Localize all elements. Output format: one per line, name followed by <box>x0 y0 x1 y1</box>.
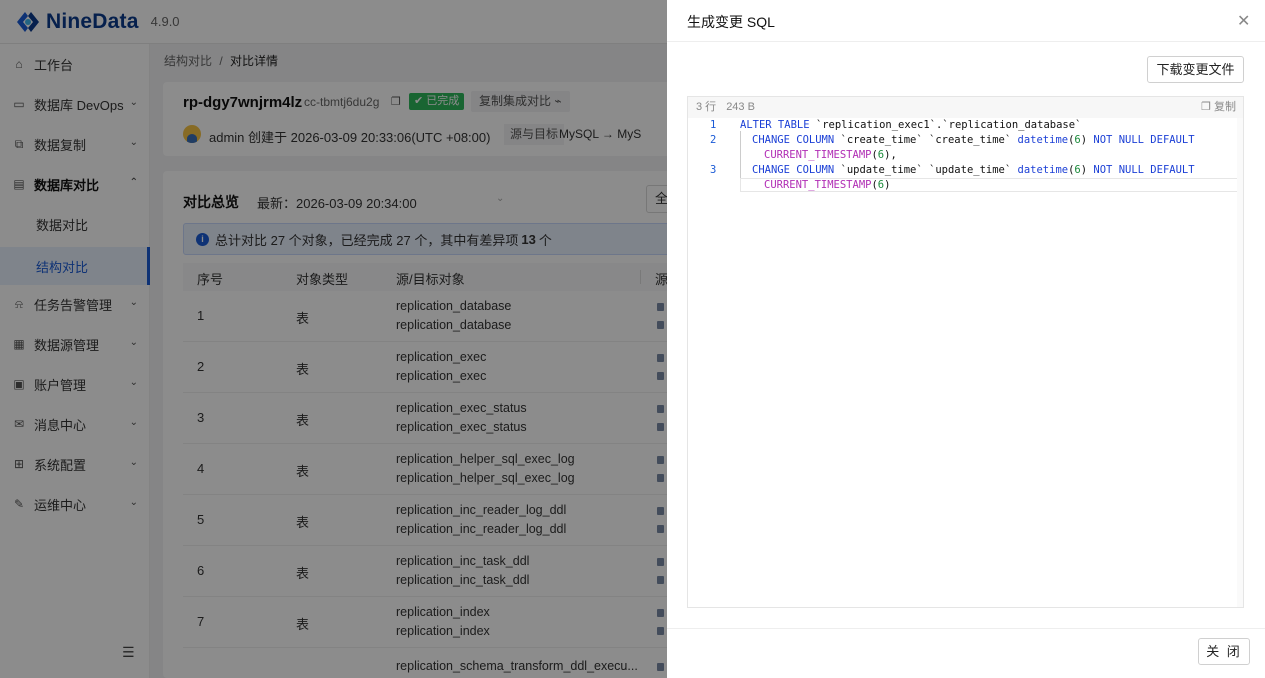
sql-text: `replication_exec1`.`replication_databas… <box>809 119 1082 131</box>
copy-label: 复制 <box>1214 101 1236 113</box>
sql-keyword: NOT NULL DEFAULT <box>1093 164 1195 176</box>
code-line: ALTER TABLE `replication_exec1`.`replica… <box>740 119 1081 131</box>
line-count: 3 行 <box>696 101 717 113</box>
sql-drawer: 生成变更 SQL ✕ 下载变更文件 3 行 243 B ❐ 复制 1 ALTER … <box>667 0 1265 678</box>
sql-type: datetime <box>1017 164 1069 176</box>
download-file-button[interactable]: 下载变更文件 <box>1147 56 1244 83</box>
code-editor[interactable]: 1 ALTER TABLE `replication_exec1`.`repli… <box>688 118 1243 607</box>
line-number: 3 <box>710 164 717 176</box>
sql-text: ) <box>884 179 891 191</box>
sql-type: datetime <box>1017 134 1069 146</box>
code-line: CHANGE COLUMN `create_time` `create_time… <box>752 134 1195 146</box>
line-number: 2 <box>710 134 717 146</box>
close-button[interactable]: 关 闭 <box>1198 638 1250 665</box>
sql-function: CURRENT_TIMESTAMP <box>764 149 872 161</box>
sql-keyword: CHANGE COLUMN <box>752 164 835 176</box>
code-line: CHANGE COLUMN `update_time` `update_time… <box>752 164 1195 176</box>
sql-text: ) <box>1080 134 1094 146</box>
sql-keyword: CHANGE COLUMN <box>752 134 835 146</box>
sql-code-panel: 3 行 243 B ❐ 复制 1 ALTER TABLE `replication… <box>687 96 1244 608</box>
sql-keyword: NOT NULL DEFAULT <box>1093 134 1195 146</box>
drawer-header: 生成变更 SQL ✕ <box>667 0 1265 42</box>
sql-text: ), <box>884 149 897 161</box>
line-number: 1 <box>710 119 717 131</box>
sql-text: ) <box>1080 164 1094 176</box>
drawer-footer: 关 闭 <box>667 628 1265 678</box>
sql-function: CURRENT_TIMESTAMP <box>764 179 872 191</box>
sql-text: `create_time` `create_time` <box>834 134 1018 146</box>
close-icon[interactable]: ✕ <box>1237 11 1250 31</box>
code-line-wrap: CURRENT_TIMESTAMP(6) <box>764 179 890 191</box>
code-line-wrap: CURRENT_TIMESTAMP(6), <box>764 149 897 161</box>
sql-text: `update_time` `update_time` <box>834 164 1018 176</box>
drawer-title: 生成变更 SQL <box>687 14 775 30</box>
sql-keyword: ALTER TABLE <box>740 119 810 131</box>
modal-mask[interactable] <box>0 0 667 678</box>
scrollbar[interactable] <box>1237 118 1243 607</box>
code-meta: 3 行 243 B ❐ 复制 <box>688 97 1243 118</box>
copy-code-button[interactable]: ❐ 复制 <box>1201 97 1236 118</box>
byte-size: 243 B <box>726 101 755 113</box>
